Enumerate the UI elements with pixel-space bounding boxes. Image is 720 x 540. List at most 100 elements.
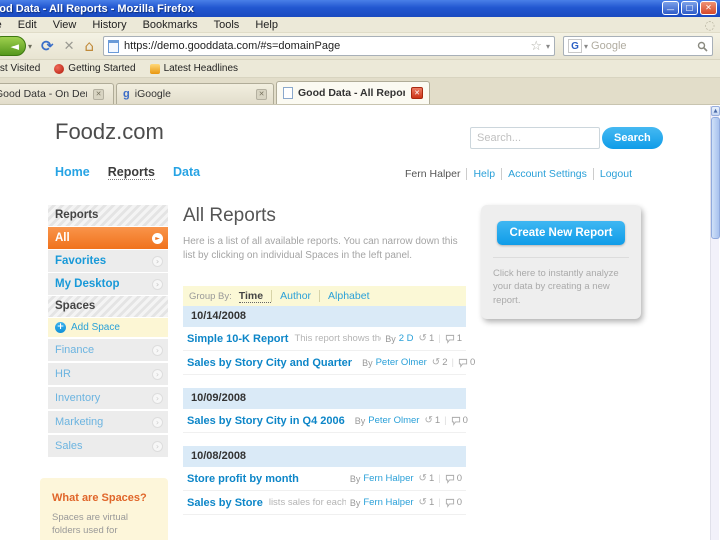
comments-icon [458,358,468,368]
tab-close-icon[interactable]: ✕ [93,88,104,100]
group-by-author[interactable]: Author [271,290,319,302]
comments-count: 0 [462,415,468,426]
author-link[interactable]: Peter Olmer [368,415,419,426]
url-input[interactable] [124,40,529,52]
menu-history[interactable]: History [84,19,134,31]
chevron-icon: › [152,255,163,267]
by-label: By [362,357,373,368]
date-group: 10/14/2008 Simple 10-K Report This repor… [183,306,475,375]
app-search-button[interactable]: Search [602,127,663,149]
sidebar-item-all[interactable]: All ► [48,227,168,249]
report-row: Store profit by month By Fern Halper ↺ 1… [183,467,466,491]
tab-igoogle[interactable]: g iGoogle ✕ [116,83,274,104]
sidebar-item-finance[interactable]: Finance › [48,339,168,361]
title-bar: Good Data - All Reports - Mozilla Firefo… [0,0,720,17]
navigation-toolbar: ◄ ▾ ⟳ ✕ ⌂ ☆ ▾ G ▾ [0,33,720,60]
report-description: lists sales for each store [268,497,346,508]
report-link[interactable]: Store profit by month [187,473,299,485]
menu-file[interactable]: File [0,19,10,31]
comments-count: 0 [456,497,462,508]
menu-tools[interactable]: Tools [206,19,248,31]
views-icon: ↺ [418,497,427,508]
url-dropdown-icon[interactable]: ▾ [546,42,550,51]
comments-icon [445,498,454,508]
nav-home[interactable]: Home [55,165,90,180]
minimize-icon[interactable]: — [662,1,679,15]
report-link[interactable]: Simple 10-K Report [187,333,288,345]
sidebar-item-hr[interactable]: HR › [48,363,168,385]
tab-close-icon[interactable]: ✕ [256,88,267,100]
account-settings-link[interactable]: Account Settings [501,168,593,180]
bookmarks-bar: Most Visited Getting Started Latest Head… [0,60,720,78]
sidebar-item-marketing[interactable]: Marketing › [48,411,168,433]
back-dropdown-icon[interactable]: ▾ [28,42,32,51]
by-label: By [349,497,361,508]
browser-search-input[interactable] [591,40,698,52]
author-link[interactable]: Fern Halper [363,473,413,484]
scroll-up-icon[interactable]: ▲ [711,106,720,116]
menu-edit[interactable]: Edit [10,19,45,31]
create-new-report-button[interactable]: Create New Report [497,221,625,245]
magnifier-icon[interactable] [697,41,708,52]
sidebar-item-my-desktop[interactable]: My Desktop › [48,273,168,295]
home-icon[interactable]: ⌂ [85,37,95,55]
report-row: Sales by Story City in Q4 2006 By Peter … [183,409,468,433]
back-button[interactable]: ◄ [0,36,26,56]
author-link[interactable]: Fern Halper [363,497,413,508]
browser-search-bar[interactable]: G ▾ [563,36,714,56]
menu-help[interactable]: Help [247,19,286,31]
scrollbar-thumb[interactable] [711,117,720,239]
views-count: 1 [434,415,441,426]
author-link[interactable]: 2 D [399,333,414,344]
menu-view[interactable]: View [45,19,85,31]
sidebar-item-favorites[interactable]: Favorites › [48,250,168,272]
report-link[interactable]: Sales by Story City and Quarter [187,357,352,369]
bookmark-star-icon[interactable]: ☆ [530,39,542,54]
google-icon: G [568,39,583,53]
sidebar-item-inventory[interactable]: Inventory › [48,387,168,409]
bookmark-latest-headlines[interactable]: Latest Headlines [149,63,238,74]
address-bar[interactable]: ☆ ▾ [103,36,556,56]
maximize-icon[interactable]: □ [681,1,698,15]
page-content: Foodz.com Search Home Reports Data Fern … [0,105,720,540]
bookmark-getting-started[interactable]: Getting Started [54,63,136,74]
search-engine-dropdown-icon[interactable]: ▾ [584,42,588,51]
report-link[interactable]: Sales by Store [187,497,263,509]
logout-link[interactable]: Logout [592,168,638,180]
views-count: 1 [428,333,435,344]
refresh-icon[interactable]: ⟳ [41,37,54,55]
date-header: 10/09/2008 [183,388,466,409]
chevron-icon: › [152,440,163,452]
bookmark-most-visited[interactable]: Most Visited [0,63,40,74]
tab-close-icon[interactable]: ✕ [411,87,423,99]
comments-icon [445,474,454,484]
main-area: All Reports Here is a list of all availa… [183,205,475,515]
report-link[interactable]: Sales by Story City in Q4 2006 [187,415,345,427]
help-link[interactable]: Help [466,168,501,180]
close-icon[interactable]: ✕ [700,1,717,15]
nav-data[interactable]: Data [173,165,200,180]
sidebar-header-reports: Reports [48,205,168,226]
nav-reports[interactable]: Reports [107,165,155,180]
group-by-alphabet[interactable]: Alphabet [319,290,377,302]
tab-all-reports-active[interactable]: Good Data - All Reports ✕ [276,81,430,104]
vertical-scrollbar[interactable]: ▲ [710,106,720,540]
date-group: 10/09/2008 Sales by Story City in Q4 200… [183,388,468,433]
feed-icon [149,63,160,74]
menu-bookmarks[interactable]: Bookmarks [135,19,206,31]
chevron-icon: › [152,392,163,404]
report-description: This report shows the key Balance Shee [294,333,381,344]
sidebar-item-sales[interactable]: Sales › [48,435,168,457]
author-link[interactable]: Peter Olmer [376,357,427,368]
tab-gooddata-home[interactable]: Good Data - On Demand Business Intell...… [0,83,114,104]
app-search: Search [470,127,663,149]
views-count: 1 [428,497,435,508]
document-icon [283,87,293,99]
stop-icon[interactable]: ✕ [64,39,75,54]
date-header: 10/14/2008 [183,306,466,327]
app-search-input[interactable] [470,127,600,149]
add-space-button[interactable]: + Add Space [48,318,168,337]
group-by-bar: Group By: Time Author Alphabet [183,286,466,306]
group-by-time[interactable]: Time [238,290,272,303]
page-description: Here is a list of all available reports.… [183,236,458,261]
